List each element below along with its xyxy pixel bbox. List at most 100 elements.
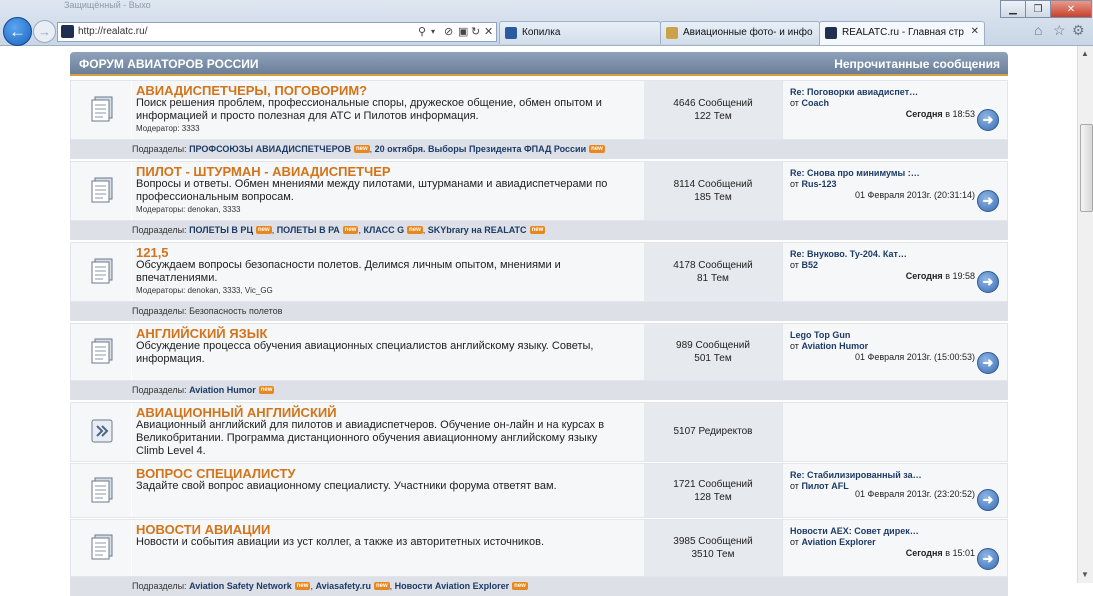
- back-button[interactable]: ←: [3, 17, 32, 46]
- author-prefix: от: [790, 481, 799, 491]
- topic-count: 501 Тем: [694, 353, 732, 364]
- message-count: 4178 Сообщений: [673, 260, 753, 271]
- subforums-label: Подразделы:: [132, 144, 187, 154]
- node-info: 121,5 Обсуждаем вопросы безопасности поле…: [132, 243, 710, 301]
- stop-icon[interactable]: ✕: [484, 25, 493, 38]
- author-link[interactable]: B52: [801, 260, 818, 270]
- go-to-last-post-icon[interactable]: ➜: [977, 489, 999, 511]
- subforum-link[interactable]: SKYbrary на REALATC: [428, 225, 527, 235]
- forward-button[interactable]: →: [33, 20, 56, 43]
- go-to-last-post-icon[interactable]: ➜: [977, 352, 999, 374]
- node-icon-cell: [71, 81, 132, 139]
- last-post-cell: Re: Поговорки авиадиспет… от Coach Сегодня…: [783, 81, 1007, 139]
- author-link[interactable]: Aviation Humor: [801, 341, 868, 351]
- forum-node-row: НОВОСТИ АВИАЦИИ Новости и события авиации…: [70, 519, 1008, 577]
- node-title-link[interactable]: ПИЛОТ - ШТУРМАН - АВИАДИСПЕТЧЕР: [136, 164, 391, 179]
- search-dropdown-icon[interactable]: ▾: [431, 27, 435, 36]
- scrollbar-thumb[interactable]: [1080, 124, 1093, 212]
- node-title-link[interactable]: АНГЛИЙСКИЙ ЯЗЫК: [136, 326, 267, 341]
- node-info: АНГЛИЙСКИЙ ЯЗЫК Обсуждение процесса обуче…: [132, 324, 710, 380]
- last-post-cell: [783, 403, 1007, 461]
- category-title[interactable]: ФОРУМ АВИАТОРОВ РОССИИ: [79, 57, 259, 71]
- message-count: 4646 Сообщений: [673, 98, 753, 109]
- forum-node-row: АНГЛИЙСКИЙ ЯЗЫК Обсуждение процесса обуче…: [70, 323, 1008, 381]
- subforums-list: Подразделы: ПОЛЕТЫ В РЦ new, ПОЛЕТЫ В РА n…: [132, 225, 546, 235]
- tab-aviation-photo[interactable]: Авиационные фото- и инфо-…: [660, 21, 820, 44]
- vertical-scrollbar[interactable]: ▲ ▼: [1077, 46, 1093, 583]
- author-link[interactable]: Пилот AFL: [801, 481, 848, 491]
- author-link[interactable]: Coach: [801, 98, 829, 108]
- topic-count: 128 Тем: [694, 492, 732, 503]
- subforum-link[interactable]: ПРОФСОЮЗЫ АВИАДИСПЕТЧЕРОВ: [189, 144, 351, 154]
- last-post-title-link[interactable]: Re: Внуково. Ту-204. Кат…: [790, 249, 907, 259]
- message-count: 989 Сообщений: [676, 340, 750, 351]
- last-post-date: 01 Февраля 2013г. (20:31:14): [855, 190, 975, 200]
- unread-messages-link[interactable]: Непрочитанные сообщения: [834, 57, 1000, 71]
- last-post-cell: Re: Снова про минимумы :… от Rus-123 01 Фе…: [783, 162, 1007, 220]
- node-title-link[interactable]: АВИАДИСПЕТЧЕРЫ, ПОГОВОРИМ?: [136, 83, 367, 98]
- topic-count: 122 Тем: [694, 111, 732, 122]
- tab-close-icon[interactable]: ✕: [971, 26, 979, 37]
- last-post-cell: Lego Top Gun от Aviation Humor 01 Февраля …: [783, 324, 1007, 380]
- address-url[interactable]: http://realatc.ru/: [78, 26, 147, 37]
- refresh-icon[interactable]: ↻: [471, 25, 480, 38]
- subforums-bar: Подразделы: Aviation Safety Network new, …: [70, 577, 1008, 596]
- subforum-link[interactable]: 20 октября. Выборы Президента ФПАД Росси…: [375, 144, 586, 154]
- go-to-last-post-icon[interactable]: ➜: [977, 190, 999, 212]
- node-description: Обсуждаем вопросы безопасности полетов. …: [136, 259, 561, 284]
- node-stats: 5107 Редиректов: [644, 403, 782, 461]
- author-link[interactable]: Aviation Explorer: [801, 537, 875, 547]
- topic-count: 185 Тем: [694, 192, 732, 203]
- scroll-down-icon[interactable]: ▼: [1081, 570, 1089, 579]
- last-post-title-link[interactable]: Re: Снова про минимумы :…: [790, 168, 920, 178]
- last-post-title-link[interactable]: Новости AEX: Совет дирек…: [790, 526, 919, 536]
- last-post-cell: Новости AEX: Совет дирек… от Aviation Exp…: [783, 520, 1007, 576]
- node-title-link[interactable]: 121,5: [136, 245, 169, 260]
- home-icon[interactable]: ⌂: [1034, 22, 1042, 38]
- last-post-title-link[interactable]: Lego Top Gun: [790, 330, 850, 340]
- node-title-link[interactable]: ВОПРОС СПЕЦИАЛИСТУ: [136, 466, 295, 481]
- subforums-label: Подразделы:: [132, 385, 187, 395]
- scroll-up-icon[interactable]: ▲: [1081, 49, 1089, 58]
- search-icon[interactable]: ⚲: [418, 25, 426, 38]
- last-post-author: от Aviation Explorer: [790, 537, 876, 547]
- last-post-cell: Re: Стабилизированный за… от Пилот AFL 01 …: [783, 464, 1007, 517]
- tab-kopilka[interactable]: Копилка: [499, 21, 661, 44]
- forum-node-row: ВОПРОС СПЕЦИАЛИСТУ Задайте свой вопрос ав…: [70, 463, 1008, 518]
- go-to-last-post-icon[interactable]: ➜: [977, 109, 999, 131]
- compat-view-icon[interactable]: ⊘: [444, 25, 453, 38]
- date-text: в 19:58: [945, 271, 975, 281]
- last-post-date: 01 Февраля 2013г. (15:00:53): [855, 352, 975, 362]
- last-post-title-link[interactable]: Re: Поговорки авиадиспет…: [790, 87, 918, 97]
- last-post-author: от Rus-123: [790, 179, 836, 189]
- subforum-link[interactable]: Aviation Humor: [189, 385, 256, 395]
- subforum-link[interactable]: ПОЛЕТЫ В РА: [277, 225, 340, 235]
- message-count: 3985 Сообщений: [673, 536, 753, 547]
- address-bar[interactable]: http://realatc.ru/ ⚲ ▾ ⊘ ▣ ↻ ✕: [57, 22, 497, 42]
- subforum-link[interactable]: КЛАСС G: [363, 225, 404, 235]
- minimize-button[interactable]: ▁: [1000, 0, 1026, 18]
- go-to-last-post-icon[interactable]: ➜: [977, 271, 999, 293]
- author-prefix: от: [790, 98, 799, 108]
- forum-node-row: ПИЛОТ - ШТУРМАН - АВИАДИСПЕТЧЕР Вопросы и…: [70, 161, 1008, 221]
- last-post-title-link[interactable]: Re: Стабилизированный за…: [790, 470, 922, 480]
- author-link[interactable]: Rus-123: [801, 179, 836, 189]
- node-icon-cell: [71, 243, 132, 301]
- last-post-author: от Aviation Humor: [790, 341, 868, 351]
- forum-document-icon: [89, 177, 115, 205]
- node-title-link[interactable]: АВИАЦИОННЫЙ АНГЛИЙСКИЙ: [136, 405, 337, 420]
- new-badge-icon: new: [373, 582, 390, 590]
- subforum-link[interactable]: ПОЛЕТЫ В РЦ: [189, 225, 253, 235]
- page-viewport: ФОРУМ АВИАТОРОВ РОССИИ Непрочитанные соо…: [0, 46, 1076, 596]
- star-icon[interactable]: ☆: [1053, 22, 1066, 39]
- gear-icon[interactable]: ⚙: [1072, 22, 1085, 39]
- go-to-last-post-icon[interactable]: ➜: [977, 548, 999, 570]
- node-moderators: Модераторы: denokan, 3333: [136, 205, 241, 214]
- maximize-button[interactable]: ❐: [1025, 0, 1051, 18]
- node-info: НОВОСТИ АВИАЦИИ Новости и события авиации…: [132, 520, 710, 576]
- node-title-link[interactable]: НОВОСТИ АВИАЦИИ: [136, 522, 270, 537]
- tab-realatc[interactable]: REALATC.ru - Главная стра… ✕: [819, 21, 985, 45]
- close-window-button[interactable]: ✕: [1050, 0, 1092, 18]
- subforum-link[interactable]: Безопасность полетов: [189, 306, 282, 316]
- node-info: АВИАЦИОННЫЙ АНГЛИЙСКИЙ Авиационный англий…: [132, 403, 710, 461]
